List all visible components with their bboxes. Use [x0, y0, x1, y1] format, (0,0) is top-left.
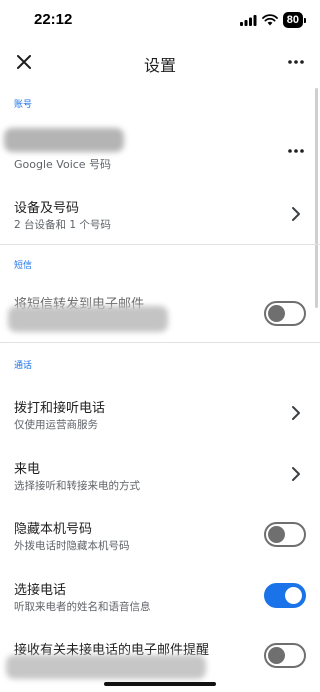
battery-nub: [304, 17, 306, 23]
status-bar: 22:12 80: [0, 0, 320, 40]
forward-sms-toggle[interactable]: [264, 301, 306, 326]
battery-icon: 80: [282, 12, 303, 28]
home-indicator[interactable]: [104, 682, 216, 686]
signal-icon: [239, 14, 257, 26]
google-voice-number-label: Google Voice 号码: [14, 158, 112, 171]
redacted-phone-number: [4, 128, 124, 152]
chevron-right-icon: [292, 207, 300, 221]
status-icons: 80: [239, 12, 306, 28]
page-title: 设置: [143, 56, 176, 75]
chevron-right-icon: [292, 467, 300, 481]
wifi-icon: [261, 14, 278, 26]
hide-caller-id-toggle[interactable]: [264, 522, 306, 547]
more-horizontal-icon: [288, 60, 304, 64]
divider: [0, 244, 320, 245]
section-label-calls: 通话: [14, 361, 33, 371]
screen-calls-toggle[interactable]: [264, 583, 306, 608]
screen-calls-title: 选接电话: [14, 583, 67, 598]
redacted-email: [6, 655, 206, 679]
devices-and-numbers-title: 设备及号码: [14, 201, 80, 216]
screen-calls-subtitle: 听取来电者的姓名和语音信息: [14, 601, 151, 613]
missed-call-email-toggle[interactable]: [264, 643, 306, 668]
hide-caller-id-subtitle: 外拨电话时隐藏本机号码: [14, 540, 130, 552]
incoming-calls-subtitle: 选择接听和转接来电的方式: [14, 480, 140, 492]
section-label-account: 账号: [14, 100, 33, 110]
status-time: 22:12: [34, 11, 73, 28]
number-more-icon[interactable]: [286, 145, 306, 157]
incoming-calls-row[interactable]: [0, 446, 320, 504]
section-label-sms: 短信: [14, 261, 33, 271]
incoming-calls-title: 来电: [14, 462, 41, 477]
toggle-knob: [268, 647, 285, 664]
hide-caller-id-title: 隐藏本机号码: [14, 522, 93, 537]
toggle-knob: [285, 587, 302, 604]
more-options-button[interactable]: [284, 50, 308, 74]
toggle-knob: [268, 305, 285, 322]
devices-and-numbers-subtitle: 2 台设备和 1 个号码: [14, 219, 111, 231]
make-receive-calls-title: 拨打和接听电话: [14, 401, 106, 416]
divider: [0, 342, 320, 343]
app-bar: 设置: [0, 40, 320, 84]
make-receive-calls-subtitle: 仅使用运营商服务: [14, 419, 98, 431]
toggle-knob: [268, 526, 285, 543]
chevron-right-icon: [292, 406, 300, 420]
redacted-email: [8, 306, 168, 332]
